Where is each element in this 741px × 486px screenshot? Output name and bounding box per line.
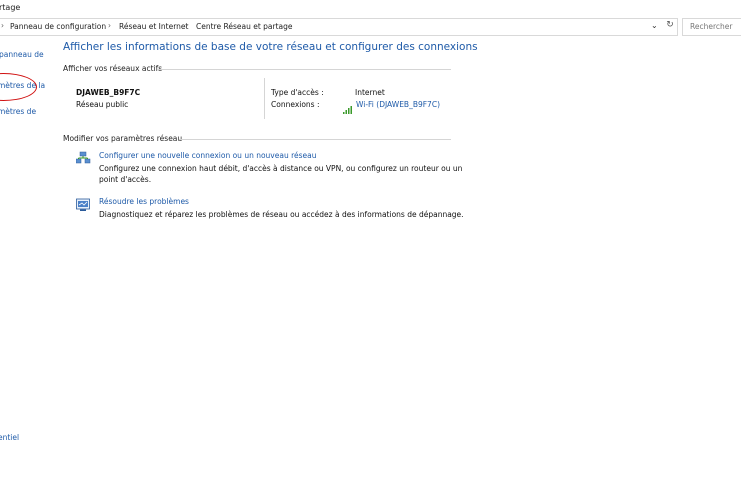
sidebar-item-sharing-settings[interactable]: mètres de <box>0 107 36 116</box>
section-label-active: Afficher vos réseaux actifs <box>63 64 163 73</box>
troubleshoot-desc: Diagnostiquez et réparez les problèmes d… <box>99 210 464 219</box>
setup-connection-desc: Configurez une connexion haut débit, d'a… <box>99 164 463 173</box>
breadcrumb-network-internet[interactable]: Réseau et Internet <box>119 22 188 31</box>
setup-connection-link[interactable]: Configurer une nouvelle connexion ou un … <box>99 151 317 160</box>
setup-connection-desc-2: point d'accès. <box>99 175 152 184</box>
search-placeholder: Rechercher <box>690 22 733 31</box>
sidebar-item-control-panel[interactable]: panneau de <box>0 50 44 59</box>
sidebar-item-bottom[interactable]: entiel <box>0 433 19 442</box>
chevron-right-icon[interactable]: › <box>108 21 111 30</box>
breadcrumb-control-panel[interactable]: Panneau de configuration <box>10 22 106 31</box>
chevron-right-icon[interactable]: › <box>185 21 188 30</box>
vertical-divider <box>264 78 265 119</box>
divider <box>157 69 451 70</box>
network-name: DJAWEB_B9F7C <box>76 88 141 97</box>
refresh-icon[interactable]: ↻ <box>664 20 676 32</box>
window-title: rtage <box>0 3 21 12</box>
troubleshoot-link[interactable]: Résoudre les problèmes <box>99 197 189 206</box>
chevron-right-icon: › <box>1 21 4 30</box>
search-input[interactable]: Rechercher <box>682 18 741 36</box>
address-bar[interactable]: › Panneau de configuration › Réseau et I… <box>0 18 678 36</box>
chevron-down-icon[interactable]: ⌄ <box>651 21 658 30</box>
annotation-circle <box>0 73 37 101</box>
wifi-signal-icon <box>343 99 353 114</box>
page-title: Afficher les informations de base de vot… <box>63 41 478 53</box>
access-type-label: Type d'accès : <box>271 88 324 97</box>
divider <box>179 139 451 140</box>
troubleshoot-icon <box>76 197 91 211</box>
access-type-value: Internet <box>355 88 385 97</box>
connections-label: Connexions : <box>271 100 320 109</box>
wifi-connection-link[interactable]: Wi-Fi (DJAWEB_B9F7C) <box>356 100 440 109</box>
section-label-modify: Modifier vos paramètres réseau <box>63 134 183 143</box>
breadcrumb-network-center[interactable]: Centre Réseau et partage <box>196 22 293 31</box>
network-setup-icon <box>75 150 91 164</box>
network-type: Réseau public <box>76 100 129 109</box>
